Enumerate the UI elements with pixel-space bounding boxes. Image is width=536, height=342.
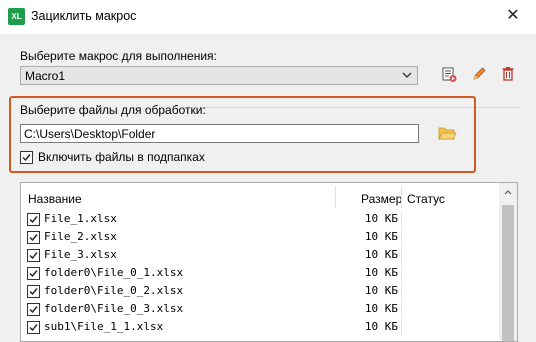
check-icon (22, 154, 31, 162)
file-list[interactable]: Название Размер Статус File_1.xlsx 10 КБ… (20, 182, 518, 342)
column-divider (335, 186, 336, 208)
row-checkbox[interactable] (27, 213, 40, 226)
row-checkbox[interactable] (27, 285, 40, 298)
file-name: sub1\File_1_1.xlsx (44, 320, 164, 333)
vertical-scrollbar[interactable] (499, 183, 517, 341)
column-divider (401, 247, 402, 264)
list-item[interactable]: folder0\File_0_1.xlsx 10 КБ (21, 265, 499, 282)
row-checkbox[interactable] (27, 249, 40, 262)
chevron-down-icon (402, 72, 412, 78)
file-size: 10 КБ (364, 320, 398, 333)
file-name: File_3.xlsx (44, 248, 117, 261)
list-item[interactable]: File_3.xlsx 10 КБ (21, 247, 499, 264)
check-icon (29, 306, 38, 314)
file-size: 10 КБ (364, 212, 398, 225)
pencil-icon[interactable] (469, 64, 489, 84)
column-status-header[interactable]: Статус (407, 192, 445, 206)
column-size-header[interactable]: Размер (361, 192, 402, 206)
check-icon (29, 270, 38, 278)
include-subfolders-checkbox[interactable] (20, 151, 33, 164)
check-icon (29, 252, 38, 260)
column-divider (401, 265, 402, 282)
list-item[interactable]: sub1\File_1_1.xlsx 10 КБ (21, 319, 499, 336)
list-item[interactable]: folder0\File_0_2.xlsx 10 КБ (21, 283, 499, 300)
file-size: 10 КБ (364, 230, 398, 243)
title-bar: XL Зациклить макрос ✕ (0, 0, 536, 34)
file-name: folder0\File_0_1.xlsx (44, 266, 184, 279)
file-name: folder0\File_0_2.xlsx (44, 284, 184, 297)
close-button[interactable]: ✕ (490, 0, 536, 30)
files-label: Выберите файлы для обработки: (20, 103, 206, 117)
scrollbar-thumb[interactable] (502, 205, 514, 341)
check-icon (29, 234, 38, 242)
list-item[interactable]: File_2.xlsx 10 КБ (21, 229, 499, 246)
row-checkbox[interactable] (27, 321, 40, 334)
file-size: 10 КБ (364, 284, 398, 297)
row-checkbox[interactable] (27, 267, 40, 280)
column-divider (401, 283, 402, 300)
column-divider (401, 319, 402, 336)
macro-select-value: Macro1 (25, 69, 66, 83)
trash-icon[interactable] (498, 64, 518, 84)
column-divider (401, 211, 402, 228)
include-subfolders-label: Включить файлы в подпапках (38, 150, 205, 164)
folder-path-input[interactable]: C:\Users\Desktop\Folder (20, 124, 419, 143)
column-divider (401, 229, 402, 246)
list-item[interactable]: folder0\File_0_3.xlsx 10 КБ (21, 301, 499, 318)
row-checkbox[interactable] (27, 231, 40, 244)
file-name: File_1.xlsx (44, 212, 117, 225)
column-divider (401, 186, 402, 208)
chevron-up-icon[interactable] (504, 189, 512, 195)
run-macro-icon[interactable] (439, 64, 459, 84)
check-icon (29, 324, 38, 332)
window-title: Зациклить макрос (31, 9, 137, 23)
row-checkbox[interactable] (27, 303, 40, 316)
file-size: 10 КБ (364, 248, 398, 261)
macro-label: Выберите макрос для выполнения: (20, 49, 217, 63)
list-item[interactable]: File_1.xlsx 10 КБ (21, 211, 499, 228)
macro-select[interactable]: Macro1 (20, 66, 418, 85)
file-name: File_2.xlsx (44, 230, 117, 243)
excel-app-icon: XL (8, 8, 25, 25)
check-icon (29, 288, 38, 296)
file-name: folder0\File_0_3.xlsx (44, 302, 184, 315)
folder-open-icon[interactable] (437, 124, 457, 142)
file-list-header: Название Размер Статус (21, 183, 499, 211)
column-name-header[interactable]: Название (28, 192, 82, 206)
file-size: 10 КБ (364, 302, 398, 315)
check-icon (29, 216, 38, 224)
file-size: 10 КБ (364, 266, 398, 279)
column-divider (401, 301, 402, 318)
